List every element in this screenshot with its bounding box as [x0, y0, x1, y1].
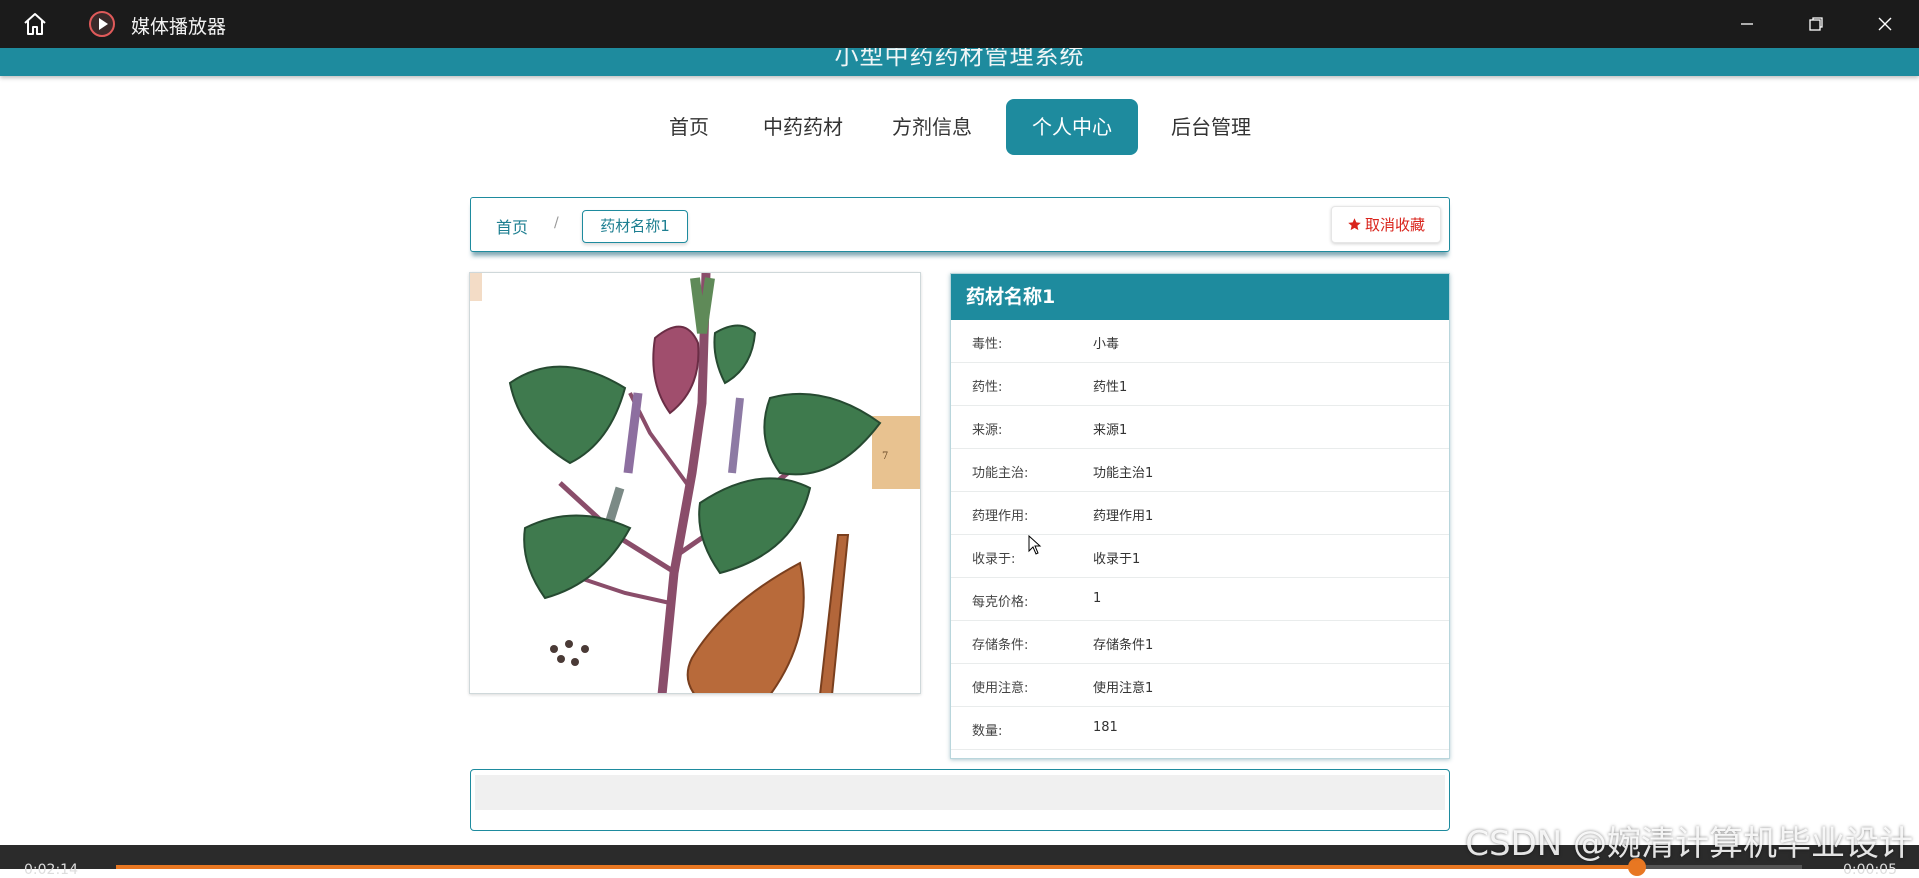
detail-label: 毒性:	[972, 337, 1003, 352]
nav-item-home[interactable]: 首页	[664, 99, 714, 155]
image-tag: 7	[882, 451, 888, 462]
nav-item-personal-center[interactable]: 个人中心	[1006, 99, 1138, 155]
detail-row: 每克价格: 1	[951, 578, 1449, 621]
breadcrumb-separator: /	[554, 215, 559, 231]
detail-label: 收录于:	[972, 552, 1016, 567]
close-icon[interactable]	[1850, 0, 1919, 48]
breadcrumb: 首页 / 药材名称1 取消收藏	[470, 197, 1450, 252]
nav-item-admin[interactable]: 后台管理	[1164, 99, 1258, 155]
uncollect-button[interactable]: 取消收藏	[1331, 206, 1441, 243]
main-nav: 首页 中药药材 方剂信息 个人中心 后台管理	[0, 99, 1919, 155]
breadcrumb-current: 药材名称1	[582, 210, 688, 243]
detail-value: 功能主治1	[1093, 466, 1154, 481]
detail-label: 功能主治:	[972, 466, 1029, 481]
nav-item-herbs[interactable]: 中药药材	[756, 99, 850, 155]
nav-item-prescriptions[interactable]: 方剂信息	[885, 99, 979, 155]
elapsed-time: 0:02:14	[24, 862, 78, 878]
restore-icon[interactable]	[1781, 0, 1850, 48]
detail-value: 小毒	[1093, 337, 1120, 352]
media-player-icon	[88, 10, 116, 38]
detail-label: 数量:	[972, 724, 1003, 739]
detail-label: 药理作用:	[972, 509, 1029, 524]
detail-value: 药理作用1	[1093, 509, 1154, 524]
breadcrumb-home-link[interactable]: 首页	[496, 214, 528, 238]
detail-row: 药理作用: 药理作用1	[951, 492, 1449, 535]
mouse-cursor-icon	[1028, 534, 1042, 559]
detail-value: 1	[1093, 591, 1102, 606]
detail-value: 存储条件1	[1093, 638, 1154, 653]
star-icon	[1348, 218, 1361, 231]
detail-row: 来源: 来源1	[951, 406, 1449, 449]
detail-label: 使用注意:	[972, 681, 1029, 696]
detail-label: 存储条件:	[972, 638, 1029, 653]
watermark: CSDN @婉清计算机毕业设计	[1465, 824, 1913, 864]
detail-row: 药性: 药性1	[951, 363, 1449, 406]
detail-row: 收录于: 收录于1	[951, 535, 1449, 578]
home-icon[interactable]	[22, 11, 48, 37]
detail-value: 使用注意1	[1093, 681, 1154, 696]
player-titlebar: 媒体播放器	[0, 0, 1919, 48]
detail-value: 来源1	[1093, 423, 1128, 438]
detail-row: 数量: 181	[951, 707, 1449, 750]
detail-value: 181	[1093, 720, 1118, 735]
seek-progress	[116, 865, 1637, 869]
detail-row: 功能主治: 功能主治1	[951, 449, 1449, 492]
uncollect-label: 取消收藏	[1364, 217, 1425, 234]
herb-illustration: 7	[470, 273, 920, 693]
detail-row: 存储条件: 存储条件1	[951, 621, 1449, 664]
comment-panel-header	[475, 775, 1445, 810]
herb-image: 7	[469, 272, 921, 694]
detail-title: 药材名称1	[951, 274, 1449, 320]
detail-label: 来源:	[972, 423, 1003, 438]
detail-value: 药性1	[1093, 380, 1128, 395]
detail-row: 使用注意: 使用注意1	[951, 664, 1449, 707]
comment-panel	[470, 769, 1450, 831]
window-controls	[1712, 0, 1919, 48]
player-title: 媒体播放器	[131, 16, 227, 38]
detail-row: 毒性: 小毒	[951, 320, 1449, 363]
detail-label: 每克价格:	[972, 595, 1029, 610]
herb-detail-panel: 药材名称1 毒性: 小毒 药性: 药性1 来源: 来源1 功能主治: 功能主治1 药理作…	[950, 273, 1450, 759]
detail-label: 药性:	[972, 380, 1003, 395]
detail-value: 收录于1	[1093, 552, 1141, 567]
minimize-icon[interactable]	[1712, 0, 1781, 48]
